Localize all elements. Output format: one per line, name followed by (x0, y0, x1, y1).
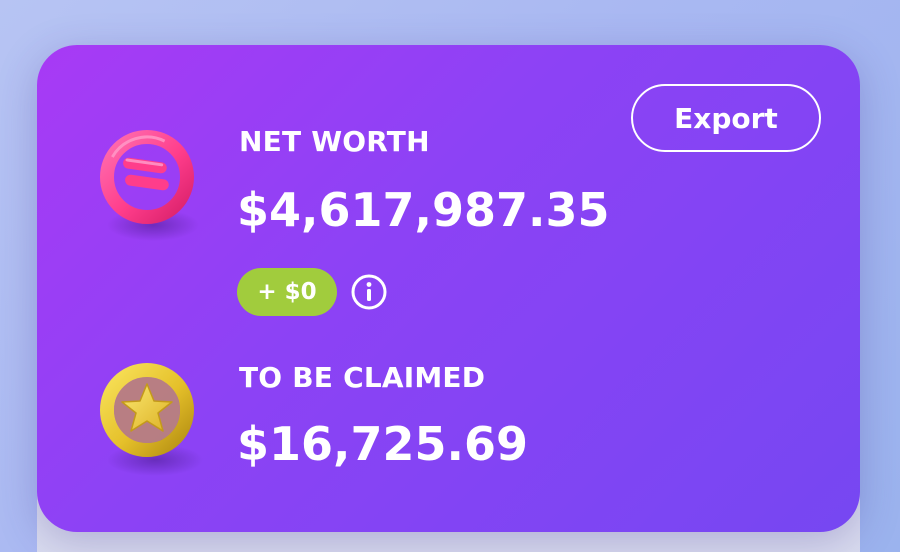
gold-star-coin-icon (95, 360, 210, 484)
info-circle-icon[interactable] (350, 273, 388, 311)
export-button[interactable]: Export (631, 84, 821, 152)
to-be-claimed-label: TO BE CLAIMED (239, 361, 486, 394)
pink-ring-coin-icon (95, 127, 205, 251)
portfolio-summary-card: Export NET WORTH $4,617,987.35 + $0 TO B… (37, 45, 860, 532)
net-worth-change-badge: + $0 (237, 268, 337, 316)
net-worth-amount: $4,617,987.35 (237, 183, 610, 237)
to-be-claimed-amount: $16,725.69 (237, 417, 529, 471)
net-worth-label: NET WORTH (239, 125, 430, 158)
